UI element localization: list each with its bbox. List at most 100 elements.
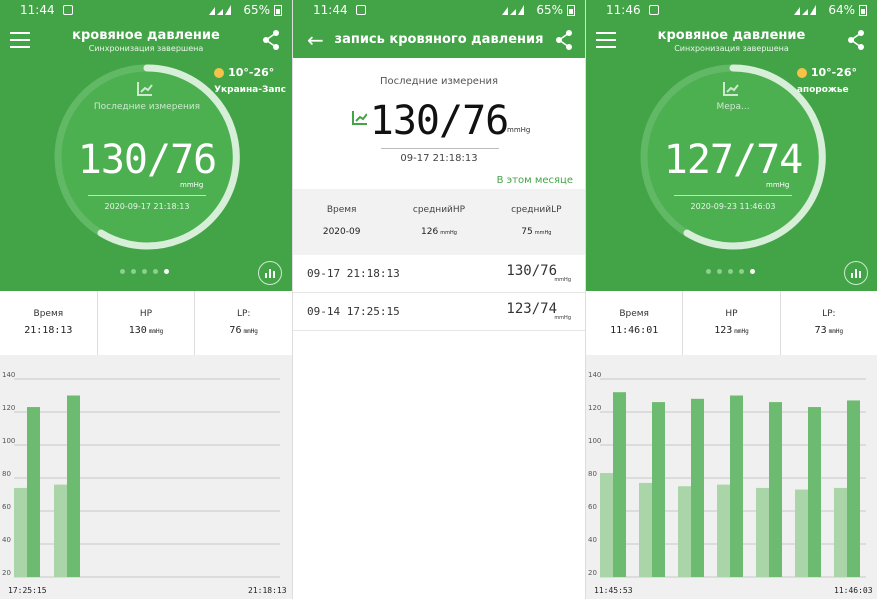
share-icon[interactable] (847, 30, 865, 50)
ring-label: Мера... (716, 102, 750, 112)
measure-icon (723, 82, 739, 96)
stat-hp-value: 130 (128, 325, 147, 336)
stat-lp-label: LP: (822, 309, 836, 319)
stat-time: Время 21:18:13 (0, 291, 97, 355)
x-start-label: 11:45:53 (594, 586, 633, 595)
bp-date: 2020-09-23 11:46:03 (690, 202, 776, 211)
measure-icon (137, 82, 153, 96)
bar (639, 482, 652, 577)
list-item[interactable]: 09-17 21:18:13 130/76 mmHg (293, 255, 585, 293)
latest-date: 09-17 21:18:13 (400, 153, 478, 164)
y-tick-label: 80 (588, 470, 597, 478)
bar (678, 486, 691, 577)
summary-hp-label: среднийHP (412, 205, 466, 215)
app-title: кровяное давление (657, 28, 806, 43)
divider (674, 195, 792, 196)
top-bar: кровяное давление Синхронизация завершен… (0, 20, 292, 60)
status-time: 11:44 (20, 3, 55, 17)
status-bar: 11:46 64% (586, 0, 877, 20)
y-tick-label: 40 (588, 536, 597, 544)
bp-value: 127/74 (663, 137, 804, 183)
bar (769, 402, 782, 577)
stat-hp-unit: mmHg (148, 328, 164, 335)
y-tick-label: 140 (2, 371, 15, 379)
notification-icon (648, 5, 659, 15)
bar (795, 489, 808, 577)
stat-lp-unit: mmHg (243, 328, 258, 335)
signal-icon (502, 5, 525, 15)
stats-row: Время 21:18:13 HP 130 mmHg LP: 76 mmHg (0, 291, 292, 355)
stat-time-label: Время (33, 309, 64, 319)
page-dots[interactable] (706, 269, 755, 274)
bar (652, 402, 665, 577)
bp-chart-svg: 20 40 60 80 100 120 140 11:45:53 11:46:03 (588, 371, 873, 595)
record-unit: mmHg (554, 315, 571, 321)
y-tick-label: 20 (2, 569, 11, 577)
latest-value: 130/76 (369, 98, 510, 144)
signal-icon (209, 5, 232, 15)
bar (613, 392, 626, 577)
bp-unit: mmHg (766, 181, 790, 189)
status-time: 11:44 (313, 3, 348, 17)
record-date: 09-14 17:25:15 (307, 305, 400, 318)
bp-chart-svg: 20 40 60 80 100 120 140 17:25:15 21:18:13 (2, 371, 287, 595)
bar (808, 407, 821, 577)
bar (27, 407, 40, 577)
bar (756, 487, 769, 577)
stat-hp-unit: mmHg (734, 328, 749, 335)
summary-lp-label: среднийLP (511, 205, 562, 215)
share-icon[interactable] (555, 30, 573, 50)
y-tick-label: 120 (588, 404, 601, 412)
list-item[interactable]: 09-14 17:25:15 123/74 mmHg (293, 293, 585, 331)
y-tick-label: 40 (2, 536, 11, 544)
bar-chart-icon (265, 269, 275, 278)
bp-chart: 20 40 60 80 100 120 140 17:25:15 21:18:13 (0, 355, 292, 599)
notification-icon (355, 5, 366, 15)
summary-lp-unit: mmHg (534, 230, 552, 236)
x-start-label: 17:25:15 (8, 586, 47, 595)
summary-lp-value: 75 (521, 227, 533, 237)
share-icon[interactable] (262, 30, 280, 50)
stat-lp-value: 73 (814, 325, 827, 336)
y-tick-label: 100 (2, 437, 15, 445)
latest-label: Последние измерения (379, 76, 499, 87)
bar (847, 400, 860, 577)
bar (54, 484, 67, 577)
stats-row: Время 11:46:01 HP 123 mmHg LP: 73 mmHg (586, 291, 877, 355)
y-tick-label: 60 (588, 503, 597, 511)
status-bar: 11:44 65% (0, 0, 292, 20)
bp-date: 2020-09-17 21:18:13 (104, 202, 190, 211)
records-title: запись кровяного давления (334, 32, 544, 47)
bar (834, 487, 847, 577)
battery-icon (567, 5, 575, 16)
stat-lp: LP: 73 mmHg (779, 291, 877, 355)
bar-chart-icon (851, 269, 861, 278)
summary-time-value: 2020-09 (322, 227, 361, 237)
stat-lp: LP: 76 mmHg (194, 291, 292, 355)
page-dots[interactable] (120, 269, 169, 274)
records-header: 11:44 65% ← запись кровяного давления (293, 0, 585, 58)
bar (67, 395, 80, 577)
stat-time-label: Время (619, 309, 649, 319)
notification-icon (62, 5, 73, 15)
battery-percent: 65% (536, 3, 563, 17)
stat-time-value: 21:18:13 (24, 325, 73, 336)
stat-hp-label: HP (725, 309, 738, 319)
x-end-label: 11:46:03 (834, 586, 873, 595)
signal-icon (794, 5, 817, 15)
bar (600, 473, 613, 577)
month-summary: Время 2020-09 среднийHP 126 mmHg среднийLP 7… (293, 189, 585, 255)
bar (717, 484, 730, 577)
top-bar: кровяное давление Синхронизация завершен… (586, 20, 877, 60)
chart-button[interactable] (258, 261, 282, 285)
month-filter[interactable]: В этом месяце (497, 175, 573, 186)
summary-time-label: Время (326, 205, 357, 215)
stat-hp: HP 130 mmHg (96, 291, 195, 355)
y-tick-label: 120 (2, 404, 15, 412)
hero-section: 11:44 65% кровяное давление Синхронизаци… (0, 0, 292, 291)
chart-button[interactable] (844, 261, 868, 285)
record-value: 123/74 (506, 301, 557, 317)
stat-time-value: 11:46:01 (610, 325, 659, 336)
bar (14, 487, 27, 577)
records-body: Последние измерения 130/76 mmHg 09-17 21… (293, 58, 585, 599)
